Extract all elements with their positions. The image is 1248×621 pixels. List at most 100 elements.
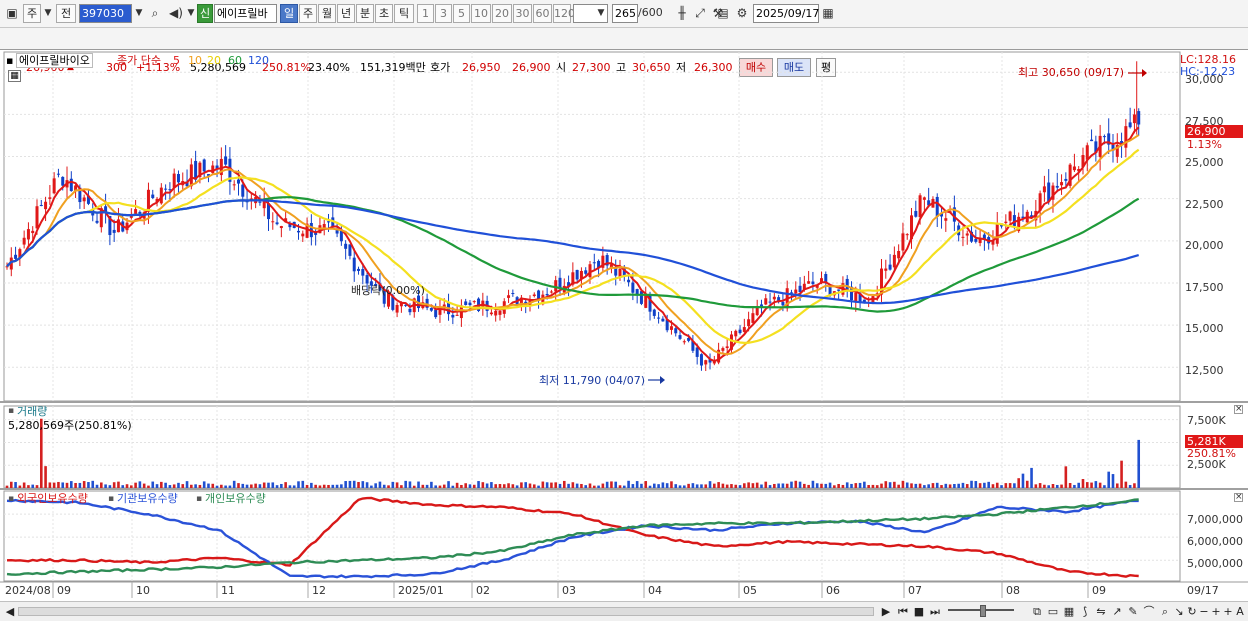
stop-icon[interactable]: ■	[912, 604, 926, 619]
volume-bar	[987, 481, 990, 488]
volume-bar	[622, 485, 626, 488]
volume-bar	[575, 483, 579, 488]
candle-body	[837, 289, 841, 291]
volume-bar	[785, 483, 789, 488]
interval-10[interactable]: 10	[471, 4, 491, 23]
candle-body	[429, 307, 433, 311]
market-dropdown-icon[interactable]: ▼	[42, 4, 54, 23]
volume-bar	[112, 482, 116, 488]
chart-canvas[interactable]	[0, 50, 1248, 601]
volume-bar	[871, 484, 875, 488]
candle-body	[652, 309, 656, 316]
zoom-out-icon[interactable]: −	[1198, 604, 1210, 619]
candle-body	[451, 314, 455, 318]
candle-body	[901, 233, 905, 251]
volume-bar	[961, 482, 965, 488]
add-icon[interactable]: +	[1222, 604, 1234, 619]
trend-icon[interactable]: ↗	[1110, 604, 1124, 619]
date-input[interactable]: 2025/09/17	[753, 4, 819, 23]
tab-tick[interactable]: 틱	[394, 4, 414, 23]
volume-bar	[991, 484, 995, 488]
horizontal-scrollbar[interactable]	[18, 607, 874, 616]
interval-5[interactable]: 5	[453, 4, 470, 23]
volume-bar	[970, 480, 973, 488]
volume-bar	[472, 484, 476, 488]
volume-bar	[1030, 467, 1033, 488]
interval-60[interactable]: 60	[533, 4, 552, 23]
volume-bar	[820, 483, 823, 488]
volume-bar	[610, 481, 613, 488]
crosshair-icon[interactable]: ⤢	[692, 4, 708, 23]
stock-name-field[interactable]: 에이프릴바	[214, 4, 277, 23]
tab-month[interactable]: 월	[318, 4, 336, 23]
interval-20[interactable]: 20	[492, 4, 512, 23]
volume-bar	[914, 483, 918, 488]
volume-bar	[824, 483, 828, 488]
volume-bar	[194, 484, 197, 488]
scroll-right-icon[interactable]: ▶	[880, 604, 892, 619]
tab-year[interactable]: 년	[337, 4, 355, 23]
magnet-icon[interactable]: ⌒	[1142, 604, 1156, 619]
count-input[interactable]: 265	[612, 4, 638, 23]
indicator-icon[interactable]: ⟆	[1078, 604, 1092, 619]
layout-icon[interactable]: ⧉	[1030, 604, 1044, 619]
volume-bar	[100, 482, 103, 488]
chart-area[interactable]: ▪ 에이프릴바이오 종가 단순 5 10 20 60 120 ▦ LC:128.…	[0, 50, 1248, 601]
volume-bar	[258, 484, 262, 488]
rewind-icon[interactable]: ⏮	[896, 604, 910, 619]
tab-second[interactable]: 초	[375, 4, 393, 23]
prev-button[interactable]: 전	[56, 4, 76, 23]
panel-close-icon[interactable]: ×	[1234, 493, 1243, 502]
panel-close-icon[interactable]: ×	[1234, 405, 1243, 414]
draw-icon[interactable]: ✎	[1126, 604, 1140, 619]
chart-menu-icon[interactable]: ▣	[4, 4, 20, 23]
forward-icon[interactable]: ⏭	[928, 604, 942, 619]
volume-bar	[198, 484, 202, 488]
calendar-icon[interactable]: ▦	[820, 4, 836, 23]
zoom-reset-icon[interactable]: ↻	[1186, 604, 1198, 619]
candle-body	[751, 313, 755, 323]
volume-bar	[743, 483, 746, 488]
grid-icon[interactable]: ▦	[1062, 604, 1076, 619]
volume-bar	[421, 484, 425, 488]
tab-minute[interactable]: 분	[356, 4, 374, 23]
tab-week[interactable]: 주	[299, 4, 317, 23]
volume-bar	[335, 484, 339, 488]
volume-bar	[70, 481, 73, 488]
candle-body	[468, 302, 472, 306]
search-icon[interactable]: ⌕	[1158, 604, 1172, 619]
y-tick: 30,000	[1185, 73, 1224, 86]
window-icon[interactable]: ▭	[1046, 604, 1060, 619]
market-select[interactable]: 주	[23, 4, 41, 23]
scroll-left-icon[interactable]: ◀	[4, 604, 16, 619]
font-size-icon[interactable]: A	[1234, 604, 1246, 619]
volume-bar	[550, 482, 553, 488]
candle-body	[365, 275, 369, 284]
speaker-dropdown-icon[interactable]: ▼	[186, 4, 196, 23]
volume-bar	[412, 485, 416, 488]
tab-day[interactable]: 일	[280, 4, 298, 23]
speaker-icon[interactable]: ◀)	[166, 4, 186, 23]
interval-120[interactable]: 120	[553, 4, 575, 23]
candle-body	[884, 268, 888, 271]
volume-bar	[74, 482, 77, 488]
interval-3[interactable]: 3	[435, 4, 452, 23]
pin-icon[interactable]: ↘	[1172, 604, 1186, 619]
code-dropdown-icon[interactable]: ▼	[132, 4, 146, 23]
candle-body	[507, 295, 511, 298]
candle-body	[35, 206, 39, 229]
search-icon[interactable]: ⌕	[147, 4, 163, 23]
stock-code-input[interactable]: 397030	[79, 4, 132, 23]
save-icon[interactable]: ▤	[716, 4, 730, 23]
interval-dropdown-icon[interactable]: ▼	[594, 4, 608, 23]
compare-icon[interactable]: ⇋	[1094, 604, 1108, 619]
table-icon[interactable]: ▦	[8, 70, 21, 82]
zoom-in-icon[interactable]: +	[1210, 604, 1222, 619]
volume-bar	[365, 482, 369, 488]
interval-30[interactable]: 30	[513, 4, 532, 23]
settings-icon[interactable]: ⚙	[734, 4, 750, 23]
candle-icon[interactable]: ╫	[674, 4, 690, 23]
zoom-slider-handle[interactable]	[980, 605, 986, 617]
interval-1[interactable]: 1	[417, 4, 434, 23]
volume-title: 거래량	[17, 405, 48, 418]
